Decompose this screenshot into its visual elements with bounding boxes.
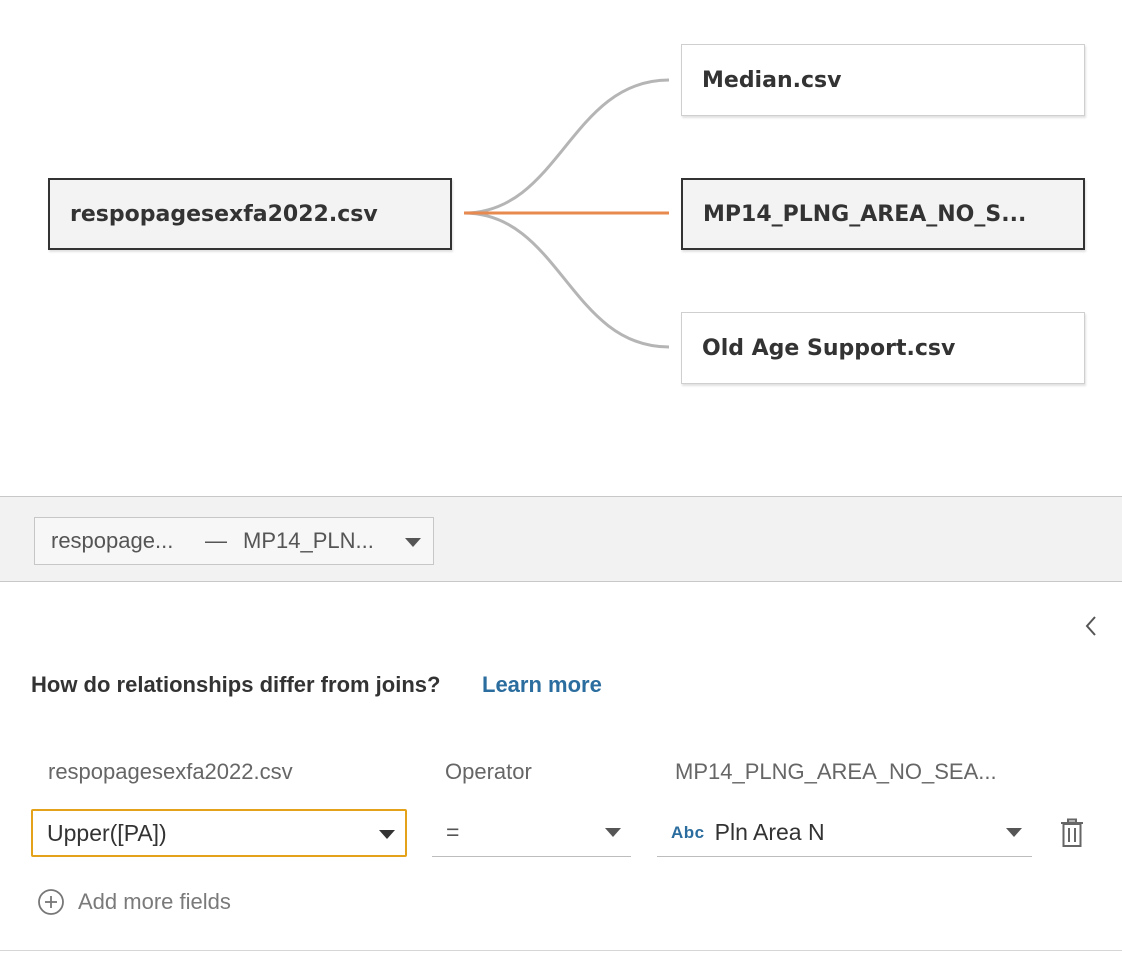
trash-icon[interactable] [1059, 818, 1085, 848]
right-field-dropdown[interactable]: Abc Pln Area N [657, 809, 1032, 857]
connector-old-age [463, 211, 670, 349]
pair-separator: — [205, 528, 227, 553]
right-table-header: MP14_PLNG_AREA_NO_SEA... [675, 759, 997, 784]
plus-circle-icon [38, 889, 64, 915]
left-field-dropdown[interactable]: Upper([PA]) [31, 809, 407, 857]
chevron-down-icon [405, 538, 421, 547]
right-field-value: Pln Area N [714, 819, 825, 845]
connector-median [463, 78, 670, 215]
left-table-header: respopagesexfa2022.csv [48, 759, 293, 784]
learn-more-link[interactable]: Learn more [482, 672, 602, 698]
relationship-pair-dropdown[interactable]: respopage... — MP14_PLN... [34, 517, 434, 565]
left-field-value: Upper([PA]) [47, 819, 167, 846]
operator-dropdown[interactable]: = [432, 809, 631, 857]
chevron-down-icon [379, 830, 395, 839]
add-more-fields-label: Add more fields [78, 889, 231, 914]
operator-value: = [446, 819, 460, 845]
string-type-icon: Abc [671, 822, 705, 842]
chevron-left-icon [1085, 616, 1096, 636]
pair-left-label: respopage... [51, 528, 174, 553]
pair-right-label: MP14_PLN... [243, 528, 374, 553]
table-card-left[interactable]: respopagesexfa2022.csv [48, 178, 452, 250]
chevron-down-icon [605, 828, 621, 837]
table-card-median[interactable]: Median.csv [681, 44, 1085, 116]
table-card-old-age-support[interactable]: Old Age Support.csv [681, 312, 1085, 384]
operator-header: Operator [445, 759, 532, 784]
help-question: How do relationships differ from joins? [31, 672, 441, 697]
bottom-divider [0, 950, 1122, 951]
table-card-mp14[interactable]: MP14_PLNG_AREA_NO_S... [681, 178, 1085, 250]
relationship-canvas: respopagesexfa2022.csv Median.csv MP14_P… [0, 0, 1122, 496]
add-more-fields-button[interactable]: Add more fields [38, 889, 231, 915]
chevron-down-icon [1006, 828, 1022, 837]
collapse-panel-button[interactable] [1078, 612, 1104, 640]
relationship-pair-bar: respopage... — MP14_PLN... [0, 496, 1122, 582]
